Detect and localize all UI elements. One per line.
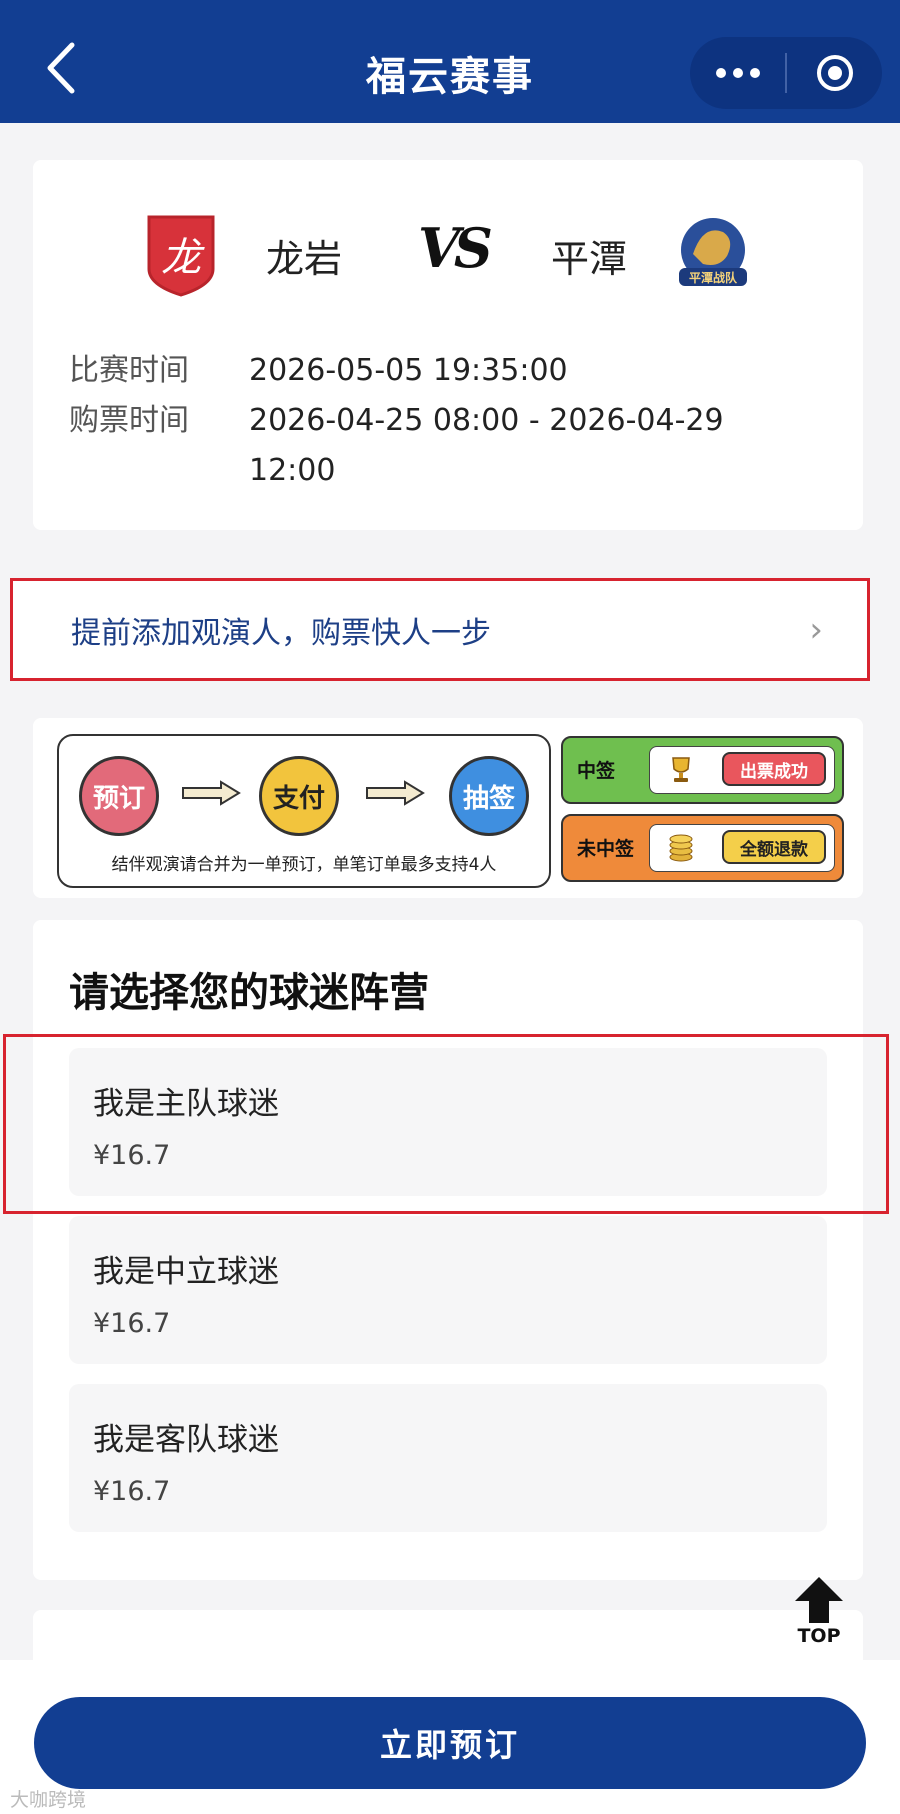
book-now-button[interactable]: 立即预订 — [34, 1697, 866, 1789]
highlight-outline — [3, 1034, 889, 1214]
win-result-inner: 出票成功 — [649, 746, 835, 794]
step-book: 预订 — [79, 756, 159, 836]
camp-title: 请选择您的球迷阵营 — [69, 970, 429, 1016]
match-time-row: 比赛时间 2026-05-05 19:35:00 — [69, 346, 809, 396]
more-dots-icon — [715, 68, 760, 78]
camp-option-name: 我是中立球迷 — [93, 1254, 279, 1290]
vs-label: VS — [418, 216, 493, 280]
lose-result: 未中签 全额退款 — [561, 814, 844, 882]
lose-result-inner: 全额退款 — [649, 824, 835, 872]
match-info-card: 龙 龙岩 VS 平潭 平潭战队 比赛时间 2026-05-05 19:35:00… — [33, 160, 863, 530]
bottom-bar: 立即预订 — [0, 1660, 900, 1814]
camp-option-away[interactable]: 我是客队球迷 ¥16.7 — [69, 1384, 827, 1532]
win-label: 中签 — [577, 760, 616, 782]
home-team-logo: 龙 — [143, 211, 219, 297]
win-result-tag: 出票成功 — [722, 752, 826, 786]
step-draw: 抽签 — [449, 756, 529, 836]
chevron-right-icon: › — [809, 609, 823, 650]
trophy-icon — [672, 757, 690, 782]
camp-option-price: ¥16.7 — [93, 1308, 171, 1339]
svg-text:龙: 龙 — [161, 235, 205, 281]
flow-steps-box: 预订 支付 抽签 结伴观演请合并为一单预订，单笔订单最多支持4人 — [57, 734, 551, 888]
match-time-value: 2026-05-05 19:35:00 — [249, 353, 568, 388]
nav-bar: 福云赛事 — [0, 0, 900, 123]
lose-result-tag: 全额退款 — [722, 830, 826, 864]
arrow-right-icon — [182, 780, 241, 806]
lottery-flow-banner: 预订 支付 抽签 结伴观演请合并为一单预订，单笔订单最多支持4人 中签 出票成功… — [33, 718, 863, 898]
arrow-up-icon — [795, 1577, 843, 1623]
purchase-time-row: 购票时间 2026-04-25 08:00 - 2026-04-29 12:00 — [69, 396, 809, 496]
fan-camp-card: 请选择您的球迷阵营 我是主队球迷 ¥16.7 我是中立球迷 ¥16.7 我是客队… — [33, 920, 863, 1580]
target-circle-icon — [816, 55, 853, 91]
arrow-right-icon — [366, 780, 425, 806]
camp-option-price: ¥16.7 — [93, 1476, 171, 1507]
add-viewer-banner[interactable]: 提前添加观演人，购票快人一步 › — [10, 578, 870, 681]
away-team-name: 平潭 — [551, 237, 628, 281]
scroll-top-label: TOP — [797, 1625, 841, 1647]
camp-option-name: 我是客队球迷 — [93, 1422, 279, 1458]
watermark: 大咖跨境 — [10, 1789, 87, 1811]
away-logo-text: 平潭战队 — [689, 270, 738, 285]
coins-icon — [669, 834, 693, 862]
camp-option-neutral[interactable]: 我是中立球迷 ¥16.7 — [69, 1216, 827, 1364]
away-team-logo: 平潭战队 — [673, 214, 749, 300]
add-viewer-text: 提前添加观演人，购票快人一步 — [71, 615, 491, 651]
mini-program-capsule — [690, 37, 882, 109]
purchase-time-value: 2026-04-25 08:00 - 2026-04-29 12:00 — [249, 403, 724, 488]
purchase-time-label: 购票时间 — [69, 403, 189, 438]
step-pay: 支付 — [259, 756, 339, 836]
lose-label: 未中签 — [577, 838, 635, 860]
win-result: 中签 出票成功 — [561, 736, 844, 804]
scroll-top-button[interactable]: TOP — [786, 1575, 852, 1649]
home-team-name: 龙岩 — [266, 237, 343, 281]
match-time-label: 比赛时间 — [69, 353, 189, 388]
flow-note: 结伴观演请合并为一单预订，单笔订单最多支持4人 — [111, 855, 497, 875]
more-button[interactable] — [690, 37, 785, 109]
close-button[interactable] — [787, 37, 882, 109]
